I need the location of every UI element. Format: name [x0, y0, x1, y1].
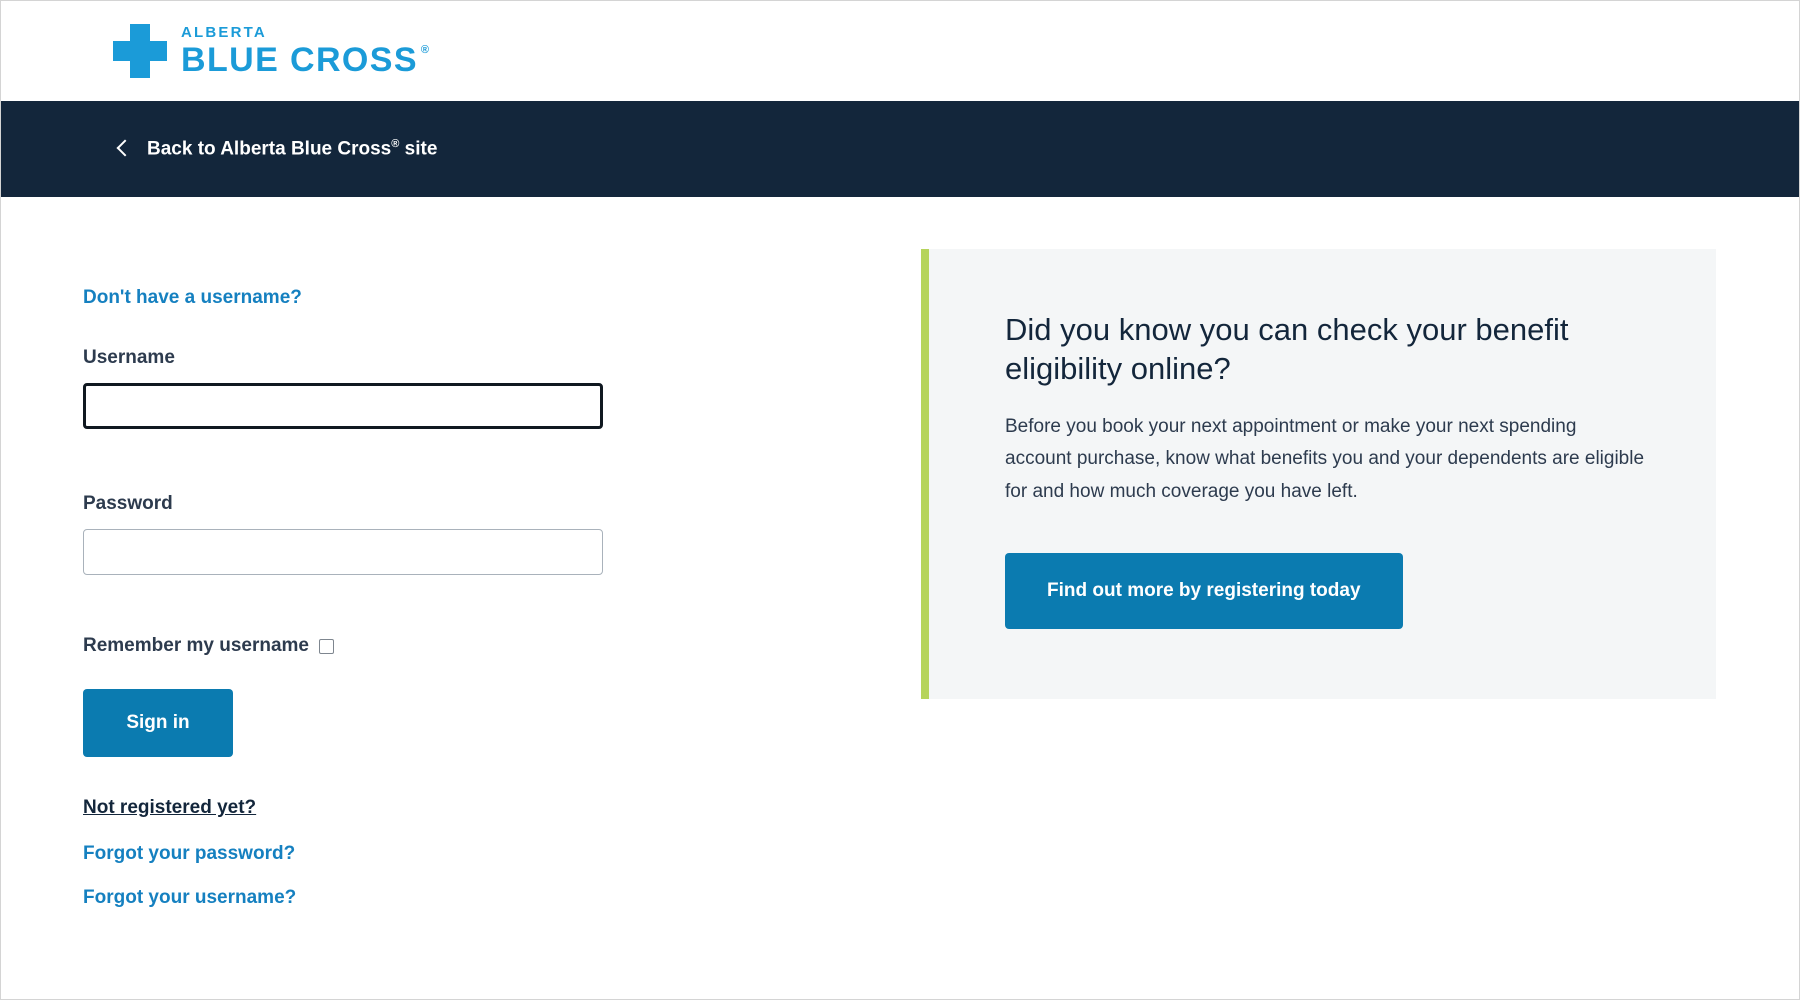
- logo-bluecross-text: BLUE CROSS ®: [181, 43, 430, 77]
- not-registered-link[interactable]: Not registered yet?: [83, 797, 841, 819]
- promo-panel: Did you know you can check your benefit …: [921, 249, 1716, 699]
- helper-links: Not registered yet? Forgot your password…: [83, 797, 841, 909]
- alberta-blue-cross-logo[interactable]: ALBERTA BLUE CROSS ®: [113, 24, 430, 78]
- password-input[interactable]: [83, 529, 603, 575]
- password-label: Password: [83, 493, 173, 514]
- logo-bluecross-label: BLUE CROSS: [181, 41, 418, 79]
- login-form-column: Don't have a username? Username Password…: [1, 197, 841, 931]
- promo-body-text: Before you book your next appointment or…: [1005, 415, 1645, 502]
- site-header: ALBERTA BLUE CROSS ®: [1, 1, 1799, 101]
- back-to-site-link[interactable]: Back to Alberta Blue Cross® site: [116, 137, 438, 160]
- logo-alberta-text: ALBERTA: [181, 24, 267, 41]
- promo-column: Did you know you can check your benefit …: [841, 197, 1716, 931]
- login-page: ALBERTA BLUE CROSS ® Back to Alberta Blu…: [0, 0, 1800, 1000]
- page-content: Don't have a username? Username Password…: [1, 197, 1799, 931]
- blue-cross-icon: [113, 24, 167, 78]
- username-label: Username: [83, 347, 175, 368]
- remember-username-row[interactable]: Remember my username: [83, 635, 841, 657]
- back-to-site-label: Back to Alberta Blue Cross® site: [147, 137, 438, 160]
- promo-title: Did you know you can check your benefit …: [1005, 312, 1569, 386]
- remember-username-checkbox[interactable]: [319, 638, 334, 654]
- no-username-link[interactable]: Don't have a username?: [83, 287, 302, 309]
- sign-in-button[interactable]: Sign in: [83, 689, 233, 757]
- register-cta-button[interactable]: Find out more by registering today: [1005, 552, 1403, 629]
- forgot-password-link[interactable]: Forgot your password?: [83, 843, 841, 865]
- registered-trademark-icon: ®: [420, 44, 431, 56]
- chevron-left-icon: [116, 139, 134, 157]
- logo-wordmark: ALBERTA BLUE CROSS ®: [181, 25, 430, 77]
- username-input[interactable]: [83, 383, 603, 429]
- forgot-username-link[interactable]: Forgot your username?: [83, 887, 841, 909]
- remember-username-label: Remember my username: [83, 635, 309, 656]
- top-navigation-bar: Back to Alberta Blue Cross® site: [1, 101, 1799, 197]
